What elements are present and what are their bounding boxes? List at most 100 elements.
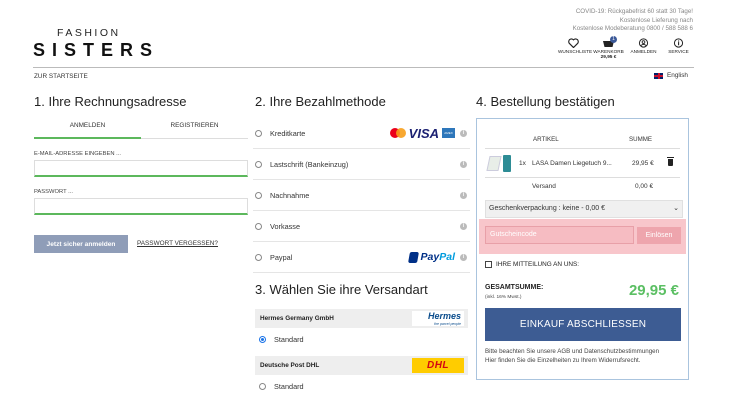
password-label: PASSWORT ... bbox=[34, 189, 73, 195]
gift-wrap-value: Geschenkverpackung : keine - 0,00 € bbox=[489, 205, 605, 212]
voucher-input[interactable]: Gutscheincode bbox=[485, 226, 634, 244]
forgot-password-link[interactable]: PASSWORT VERGESSEN? bbox=[137, 240, 218, 247]
payment-option-cod[interactable]: Nachnahme i bbox=[253, 180, 470, 211]
notice-line: COVID-19: Rückgabefrist 60 statt 30 Tage… bbox=[575, 8, 693, 15]
notice-line: Kostenlose Lieferung nach bbox=[619, 16, 693, 24]
brand-top: FASHION bbox=[57, 27, 121, 39]
info-icon[interactable]: i bbox=[460, 253, 467, 261]
tab-login[interactable]: ANMELDEN bbox=[34, 122, 141, 139]
payment-label: Vorkasse bbox=[270, 221, 301, 231]
payment-radio[interactable] bbox=[255, 222, 262, 230]
info-icon[interactable]: i bbox=[460, 160, 467, 168]
paypal-text-b: Pal bbox=[439, 251, 455, 263]
divider bbox=[485, 177, 680, 178]
order-title: 4. Bestellung bestätigen bbox=[476, 94, 615, 109]
hermes-logo: Hermes the parcel people bbox=[412, 311, 464, 326]
voucher-redeem-button[interactable]: Einlösen bbox=[637, 227, 681, 244]
payment-option-paypal[interactable]: Paypal Pay Pal i bbox=[253, 242, 470, 273]
tab-register[interactable]: REGISTRIEREN bbox=[141, 122, 248, 139]
uk-flag-icon bbox=[654, 72, 664, 79]
mastercard-icon bbox=[389, 128, 406, 138]
payment-option-debit[interactable]: Lastschrift (Bankeinzug) i bbox=[253, 149, 470, 180]
breadcrumb[interactable]: ZUR STARTSEITE bbox=[34, 73, 88, 80]
heart-icon bbox=[568, 38, 579, 48]
message-label: IHRE MITTEILUNG AN UNS: bbox=[496, 261, 580, 268]
shop-notice: COVID-19: Rückgabefrist 60 statt 30 Tage… bbox=[573, 8, 693, 34]
payment-title: 2. Ihre Bezahlmethode bbox=[255, 94, 386, 109]
billing-tabs: ANMELDEN REGISTRIEREN bbox=[34, 122, 248, 139]
info-icon[interactable]: i bbox=[460, 129, 467, 137]
trash-icon[interactable] bbox=[667, 157, 674, 166]
paypal-text-a: Pay bbox=[420, 251, 440, 263]
brand-logo[interactable]: FASHION SISTERS bbox=[33, 27, 163, 61]
gift-wrap-select[interactable]: Geschenkverpackung : keine - 0,00 € ⌄ bbox=[485, 200, 683, 218]
info-icon[interactable]: i bbox=[460, 222, 467, 230]
visa-logo: VISA bbox=[408, 125, 439, 141]
header-divider bbox=[33, 67, 694, 68]
total-label: GESAMTSUMME: bbox=[485, 284, 544, 291]
payment-option-creditcard[interactable]: Kreditkarte VISA AMEX i bbox=[253, 118, 470, 149]
email-label: E-MAIL-ADRESSE EINGEBEN ... bbox=[34, 151, 121, 157]
payment-label: Paypal bbox=[270, 252, 293, 262]
shipping-radio[interactable] bbox=[259, 383, 266, 390]
password-field[interactable] bbox=[34, 198, 248, 215]
wishlist-label: WUNSCHLISTE bbox=[558, 49, 593, 54]
chevron-down-icon: ⌄ bbox=[673, 205, 679, 212]
card-logos: VISA AMEX bbox=[389, 125, 455, 141]
checkout-button[interactable]: EINKAUF ABSCHLIESSEN bbox=[485, 308, 681, 341]
cart-price: 29,95 € bbox=[600, 54, 617, 59]
col-article: ARTIKEL bbox=[533, 136, 559, 143]
shipping-option-label: Standard bbox=[274, 335, 304, 344]
shipping-option-dhl-standard[interactable]: Standard bbox=[259, 382, 304, 391]
total-value: 29,95 € bbox=[628, 282, 679, 299]
payment-methods: Kreditkarte VISA AMEX i Lastschrift (Ban… bbox=[253, 118, 470, 273]
notice-line: Kostenlose Modeberatung 0800 / 588 588 6 bbox=[572, 25, 693, 33]
shipping-option-hermes-standard[interactable]: Standard bbox=[259, 335, 304, 344]
billing-title: 1. Ihre Rechnungsadresse bbox=[34, 94, 187, 109]
cart-count-badge: 1 bbox=[610, 36, 617, 43]
wishlist-link[interactable]: WUNSCHLISTE bbox=[558, 38, 593, 59]
paypal-icon bbox=[407, 251, 419, 263]
header-icons: WUNSCHLISTE 1 WARENKORB 29,95 € ANMELDEN… bbox=[558, 36, 694, 59]
legal-line: Bitte beachten Sie unsere AGB und Datens… bbox=[485, 348, 660, 355]
payment-radio[interactable] bbox=[255, 160, 262, 168]
login-button[interactable]: Jetzt sicher anmelden bbox=[34, 235, 128, 253]
shipping-radio[interactable] bbox=[259, 336, 266, 343]
payment-option-prepayment[interactable]: Vorkasse i bbox=[253, 211, 470, 242]
info-icon bbox=[673, 38, 684, 48]
shipping-price: 0,00 € bbox=[635, 183, 654, 190]
language-switch[interactable]: English bbox=[654, 72, 688, 79]
divider bbox=[485, 148, 680, 149]
item-qty: 1x bbox=[519, 160, 526, 167]
cart-link[interactable]: 1 WARENKORB 29,95 € bbox=[593, 36, 624, 59]
item-name[interactable]: LASA Damen Liegetuch 9... bbox=[532, 160, 612, 167]
payment-radio[interactable] bbox=[255, 191, 262, 199]
message-checkbox[interactable] bbox=[485, 261, 492, 268]
login-link[interactable]: ANMELDEN bbox=[628, 38, 659, 59]
user-icon bbox=[638, 38, 649, 48]
shipping-title: 3. Wählen Sie ihre Versandart bbox=[255, 282, 428, 297]
shipping-option-label: Standard bbox=[274, 382, 304, 391]
product-thumbnail[interactable] bbox=[486, 155, 514, 172]
payment-label: Nachnahme bbox=[270, 190, 310, 200]
carrier-hermes: Hermes Germany GmbH Hermes the parcel peo… bbox=[255, 309, 468, 328]
message-toggle[interactable]: IHRE MITTEILUNG AN UNS: bbox=[485, 261, 579, 268]
paypal-logo: Pay Pal bbox=[407, 251, 455, 263]
email-field[interactable] bbox=[34, 160, 248, 177]
info-icon[interactable]: i bbox=[460, 191, 467, 199]
item-price: 29,95 € bbox=[632, 160, 654, 167]
amex-logo: AMEX bbox=[442, 128, 455, 138]
total-tax-note: (inkl. 16% Mwst.) bbox=[485, 295, 522, 300]
legal-line: Hier finden Sie die Einzelheiten zu Ihre… bbox=[485, 356, 641, 364]
carrier-name: Hermes Germany GmbH bbox=[260, 315, 334, 322]
carrier-name: Deutsche Post DHL bbox=[260, 362, 320, 369]
payment-radio[interactable] bbox=[255, 129, 262, 137]
service-link[interactable]: SERVICE bbox=[663, 38, 694, 59]
legal-notice: Bitte beachten Sie unsere AGB und Datens… bbox=[485, 348, 685, 365]
carrier-dhl: Deutsche Post DHL DHL bbox=[255, 356, 468, 375]
payment-label: Kreditkarte bbox=[270, 128, 306, 138]
hermes-logo-text: Hermes bbox=[427, 311, 461, 321]
brand-main: SISTERS bbox=[33, 40, 160, 60]
payment-radio[interactable] bbox=[255, 253, 262, 261]
service-label: SERVICE bbox=[668, 49, 689, 54]
